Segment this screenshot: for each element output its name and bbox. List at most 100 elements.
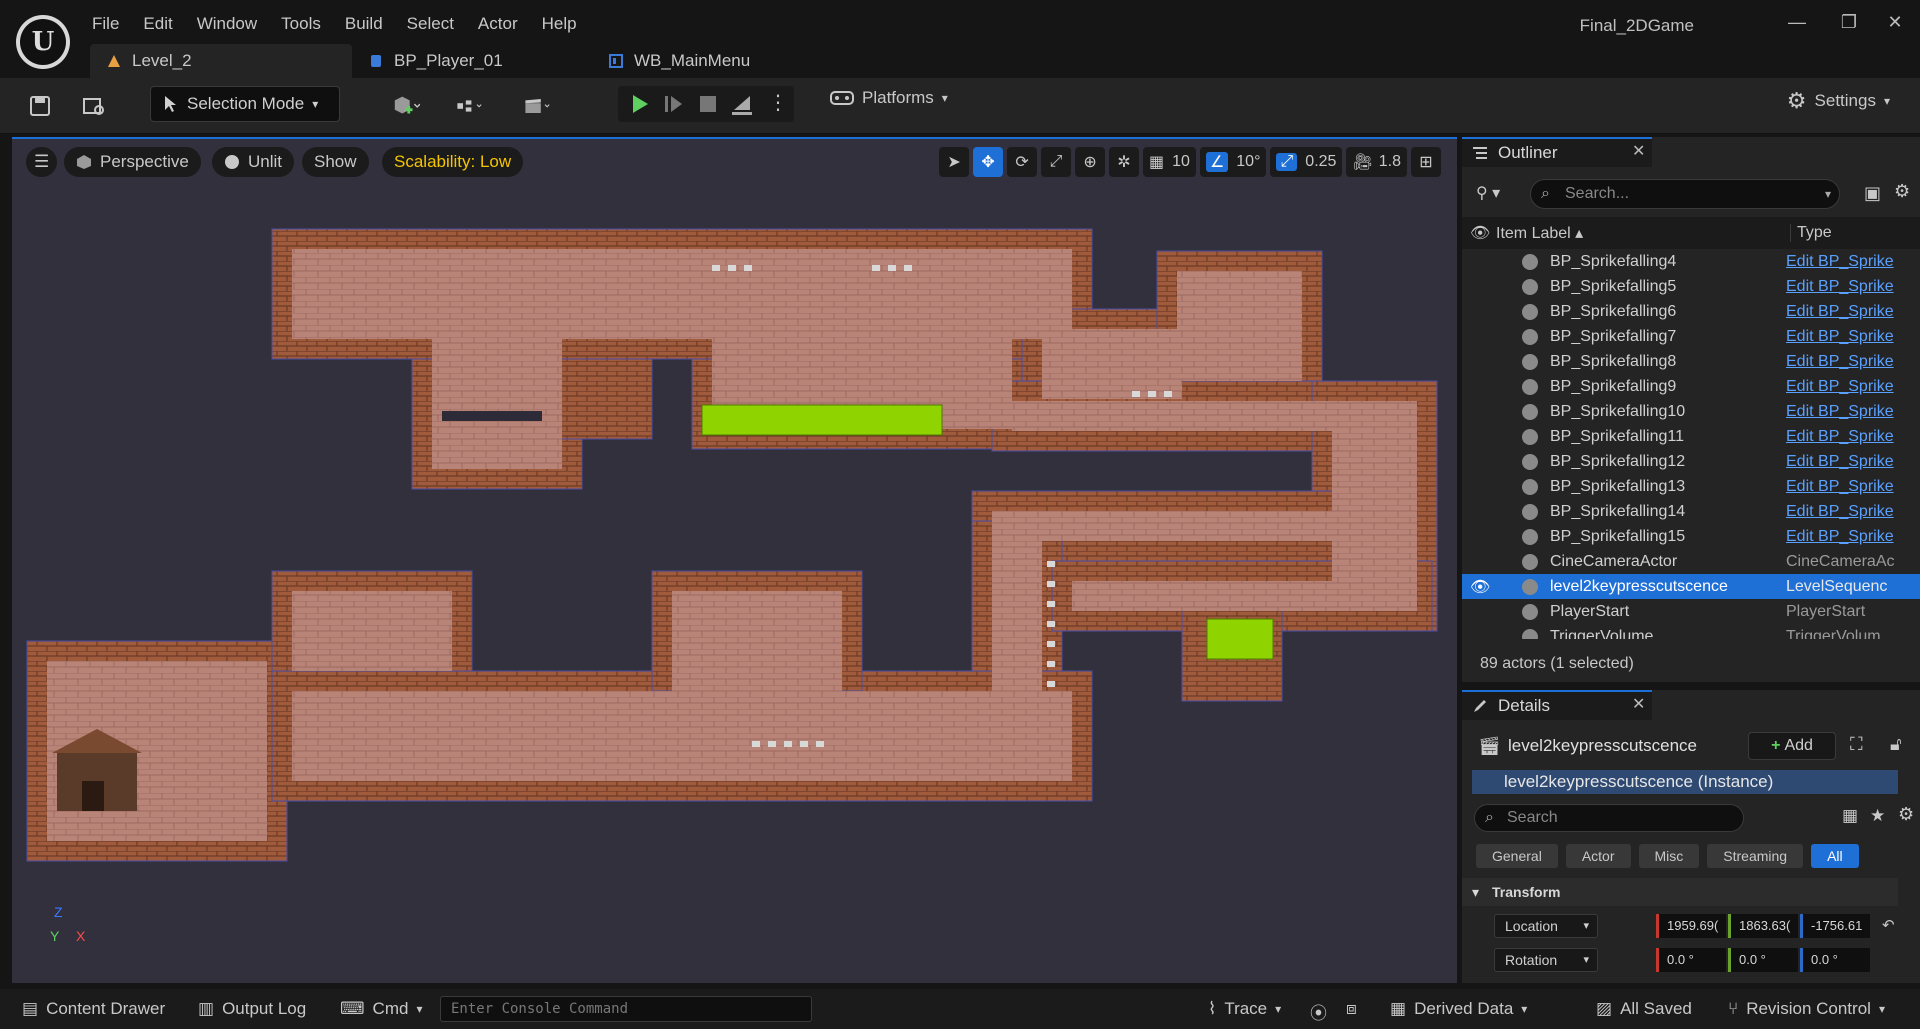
edit-blueprint-link[interactable]: Edit BP_Sprike [1786,528,1896,546]
menu-select[interactable]: Select [395,12,466,36]
outliner-row[interactable]: PlayerStart PlayerStart [1462,599,1920,624]
selection-mode-dropdown[interactable]: Selection Mode ▾ [150,86,340,122]
outliner-row[interactable]: BP_Sprikefalling13 Edit BP_Sprike [1462,474,1920,499]
view-mode-button[interactable]: Unlit [212,147,295,177]
edit-blueprint-link[interactable]: Edit BP_Sprike [1786,503,1896,521]
eject-icon[interactable] [730,92,756,116]
menu-actor[interactable]: Actor [466,12,530,36]
outliner-settings-icon[interactable]: ⚙ [1894,181,1910,202]
level-viewport[interactable]: ☰ Perspective Unlit Show Scalability: Lo… [12,137,1457,983]
scalability-warning[interactable]: Scalability: Low [382,147,524,177]
rotation-snap-toggle[interactable]: ∠ 10° [1199,147,1267,177]
tab-level-2[interactable]: Level_2 [90,44,352,78]
menu-help[interactable]: Help [530,12,589,36]
outliner-row[interactable]: BP_Sprikefalling14 Edit BP_Sprike [1462,499,1920,524]
location-x-field[interactable]: 1959.69( [1656,914,1726,938]
unreal-logo-icon[interactable]: U [16,15,70,69]
viewport-menu-icon[interactable]: ☰ [26,147,58,177]
location-z-field[interactable]: -1756.61 [1800,914,1870,938]
viewport-layout-icon[interactable]: ⊞ [1411,147,1441,177]
edit-blueprint-link[interactable]: Edit BP_Sprike [1786,478,1896,496]
grid-snap-toggle[interactable]: ▦ 10 [1143,147,1196,177]
outliner-row[interactable]: BP_Sprikefalling15 Edit BP_Sprike [1462,524,1920,549]
perspective-button[interactable]: Perspective [64,147,201,177]
outliner-row[interactable]: BP_Sprikefalling12 Edit BP_Sprike [1462,449,1920,474]
save-status-button[interactable]: ▨ All Saved [1596,999,1692,1019]
visibility-column-icon[interactable]: 👁︎ [1462,223,1492,243]
lock-icon[interactable]: 🔓︎ [1890,734,1902,755]
advance-frame-icon[interactable] [662,92,686,116]
scale-snap-toggle[interactable]: ⤢ 0.25 [1270,147,1343,177]
world-local-icon[interactable]: ⊕ [1075,147,1106,177]
rotate-tool-icon[interactable]: ⟳ [1007,147,1038,177]
menu-window[interactable]: Window [185,12,269,36]
edit-blueprint-link[interactable]: Edit BP_Sprike [1786,353,1896,371]
filter-actor[interactable]: Actor [1565,844,1631,868]
filter-icon[interactable]: ⚲ ▾ [1476,183,1500,203]
favorites-star-icon[interactable]: ★ [1870,806,1885,826]
edit-blueprint-link[interactable]: Edit BP_Sprike [1786,403,1896,421]
outliner-row[interactable]: BP_Sprikefalling11 Edit BP_Sprike [1462,424,1920,449]
edit-blueprint-link[interactable]: Edit BP_Sprike [1786,303,1896,321]
revision-control-button[interactable]: ⑂ Revision Control ▾ [1728,999,1885,1019]
add-folder-icon[interactable]: ▣ [1864,183,1881,204]
edit-blueprint-link[interactable]: Edit BP_Sprike [1786,328,1896,346]
rotation-z-field[interactable]: 0.0 ° [1800,948,1870,972]
show-button[interactable]: Show [302,147,369,177]
edit-blueprint-link[interactable]: Edit BP_Sprike [1786,378,1896,396]
close-icon[interactable]: ✕ [1632,141,1910,161]
add-actor-icon[interactable] [392,92,420,120]
outliner-row[interactable]: BP_Sprikefalling6 Edit BP_Sprike [1462,299,1920,324]
outliner-row[interactable]: BP_Sprikefalling10 Edit BP_Sprike [1462,399,1920,424]
minimize-icon[interactable]: — [1782,10,1812,34]
rotation-y-field[interactable]: 0.0 ° [1728,948,1798,972]
reset-icon[interactable]: ↶ [1882,916,1895,934]
location-mode-dropdown[interactable]: Location ▾ [1494,914,1598,938]
tab-wb-mainmenu[interactable]: WB_MainMenu [592,44,792,78]
outliner-search-input[interactable]: ⌕ Search... ▾ [1530,179,1840,209]
content-browse-icon[interactable] [80,92,108,120]
visibility-icon[interactable]: 👁︎ [1462,577,1492,597]
restore-icon[interactable]: ❐ [1834,10,1864,34]
outliner-row[interactable]: BP_Sprikefalling5 Edit BP_Sprike [1462,274,1920,299]
platforms-dropdown[interactable]: Platforms ▾ [830,88,948,108]
surface-snap-icon[interactable]: ✲ [1109,147,1140,177]
settings-dropdown[interactable]: ⚙ Settings ▾ [1787,88,1890,114]
play-options-icon[interactable]: ⋮ [768,90,788,115]
record-icon[interactable]: ⦿ [1310,999,1327,1024]
filter-all[interactable]: All [1811,844,1859,868]
select-tool-icon[interactable]: ➤ [939,147,970,177]
content-drawer-button[interactable]: ▤ Content Drawer [22,999,165,1019]
outliner-row[interactable]: BP_Sprikefalling7 Edit BP_Sprike [1462,324,1920,349]
edit-blueprint-link[interactable]: Edit BP_Sprike [1786,253,1896,271]
menu-build[interactable]: Build [333,12,395,36]
cmd-dropdown[interactable]: ⌨ Cmd ▾ [340,999,422,1019]
edit-blueprint-link[interactable]: Edit BP_Sprike [1786,428,1896,446]
translate-tool-icon[interactable]: ✥ [973,147,1004,177]
outliner-row[interactable]: BP_Sprikefalling8 Edit BP_Sprike [1462,349,1920,374]
close-window-icon[interactable]: ✕ [1880,10,1910,34]
output-log-button[interactable]: ▥ Output Log [198,999,306,1019]
menu-file[interactable]: File [80,12,131,36]
transform-section-header[interactable]: ▾ Transform [1462,878,1898,906]
cinematics-icon[interactable] [524,92,552,120]
menu-tools[interactable]: Tools [269,12,333,36]
menu-edit[interactable]: Edit [131,12,184,36]
details-search-input[interactable]: ⌕ Search [1474,804,1744,832]
derived-data-button[interactable]: ▦ Derived Data ▾ [1390,999,1527,1019]
blueprints-icon[interactable] [456,92,484,120]
details-settings-icon[interactable]: ⚙ [1898,804,1914,825]
stop-icon[interactable] [696,92,720,116]
rotation-mode-dropdown[interactable]: Rotation ▾ [1494,948,1598,972]
property-matrix-icon[interactable]: ▦ [1842,806,1858,826]
save-icon[interactable] [26,92,54,120]
outliner-row[interactable]: BP_Sprikefalling9 Edit BP_Sprike [1462,374,1920,399]
filter-general[interactable]: General [1476,844,1558,868]
play-icon[interactable] [628,92,652,116]
tab-bp-player-01[interactable]: BP_Player_01 [352,44,592,78]
console-command-input[interactable]: Enter Console Command [440,996,812,1022]
edit-blueprint-link[interactable]: Edit BP_Sprike [1786,278,1896,296]
outliner-row[interactable]: CineCameraActor CineCameraAc [1462,549,1920,574]
camera-speed-button[interactable]: 🎥︎ 1.8 [1346,147,1407,177]
scale-tool-icon[interactable]: ⤢ [1041,147,1072,177]
